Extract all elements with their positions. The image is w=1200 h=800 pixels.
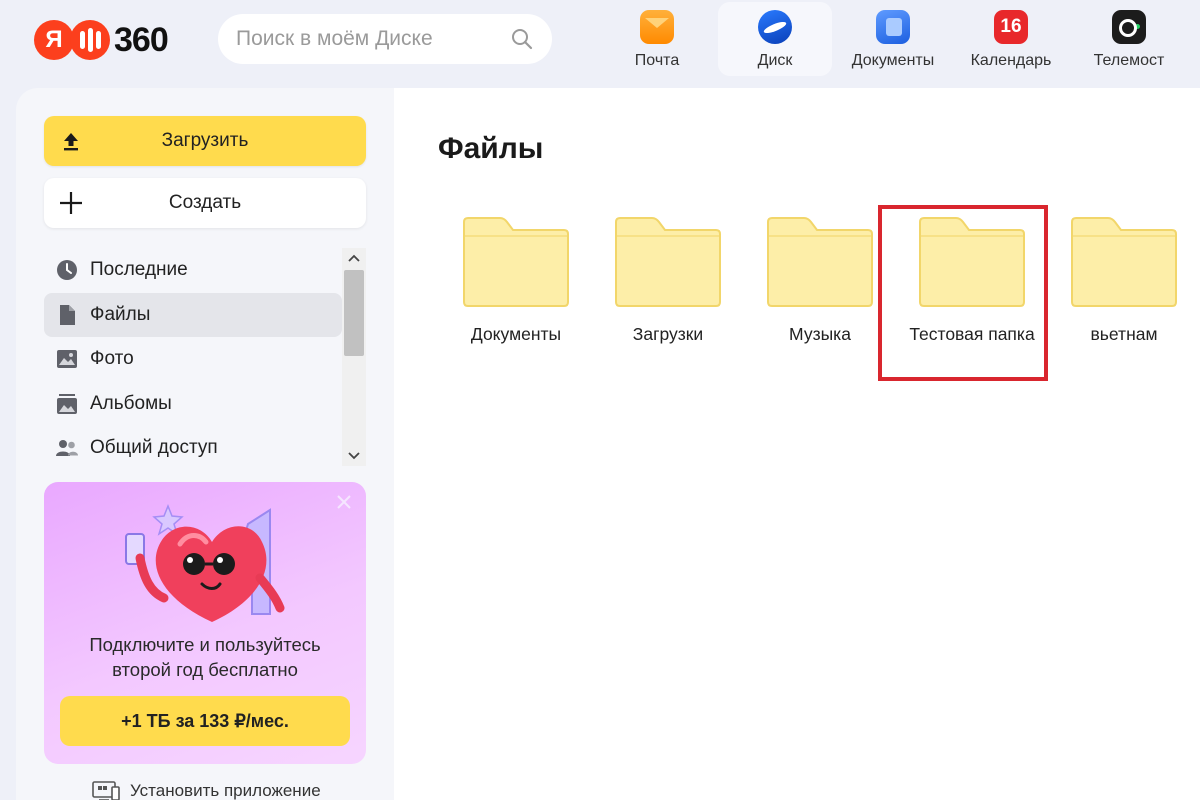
folder-item-downloads[interactable]: Загрузки bbox=[592, 214, 744, 344]
page-title: Файлы bbox=[438, 132, 544, 165]
sidebar-item-label: Файлы bbox=[90, 303, 151, 325]
scroll-thumb[interactable] bbox=[344, 270, 364, 356]
mail-icon bbox=[640, 10, 674, 44]
folder-icon bbox=[615, 217, 721, 307]
service-label: Документы bbox=[851, 52, 935, 69]
upload-icon bbox=[64, 133, 78, 151]
search-box[interactable] bbox=[218, 14, 552, 64]
clock-icon bbox=[57, 260, 77, 280]
service-label: Диск bbox=[757, 52, 793, 69]
folder-label: Музыка bbox=[789, 324, 851, 344]
header: Я 360 Почта Диск Документы 16 Календарь bbox=[0, 0, 1200, 88]
search-icon[interactable] bbox=[510, 27, 534, 51]
telemost-icon bbox=[1112, 10, 1146, 44]
sidebar: Загрузить Создать Последние Файлы Фото А… bbox=[16, 88, 394, 800]
heart-mascot-icon bbox=[125, 503, 285, 622]
services-bar: Почта Диск Документы 16 Календарь Телемо… bbox=[600, 2, 1190, 78]
logo-360: 360 bbox=[114, 20, 169, 59]
scroll-down-icon[interactable] bbox=[342, 446, 366, 466]
install-app-icon bbox=[92, 781, 120, 800]
albums-icon bbox=[57, 393, 77, 414]
folder-label: Загрузки bbox=[632, 324, 704, 344]
file-icon bbox=[60, 304, 75, 325]
service-label: Телемост bbox=[1093, 52, 1165, 69]
folder-icon bbox=[767, 217, 873, 307]
promo-text-line: второй год бесплатно bbox=[112, 659, 298, 680]
upload-label: Загрузить bbox=[161, 130, 249, 151]
disk-icon bbox=[758, 10, 792, 44]
yandex-360-logo[interactable]: Я 360 bbox=[34, 18, 169, 62]
upload-button[interactable]: Загрузить bbox=[44, 116, 366, 166]
sidebar-item-label: Последние bbox=[90, 259, 188, 280]
promo-card: Подключите и пользуйтесь второй год бесп… bbox=[44, 482, 366, 764]
promo-text-line: Подключите и пользуйтесь bbox=[89, 634, 321, 655]
scroll-up-icon[interactable] bbox=[342, 248, 366, 268]
service-mail[interactable]: Почта bbox=[600, 2, 714, 76]
create-label: Создать bbox=[168, 192, 242, 213]
close-icon[interactable] bbox=[332, 490, 356, 514]
calendar-icon: 16 bbox=[994, 10, 1028, 44]
logo-circle-icon bbox=[70, 20, 110, 60]
create-button[interactable]: Создать bbox=[44, 178, 366, 228]
service-documents[interactable]: Документы bbox=[836, 2, 950, 76]
sidebar-item-recent[interactable]: Последние bbox=[44, 248, 342, 292]
service-calendar[interactable]: 16 Календарь bbox=[954, 2, 1068, 76]
service-label: Почта bbox=[634, 52, 680, 69]
highlight-frame bbox=[878, 205, 1048, 381]
service-disk[interactable]: Диск bbox=[718, 2, 832, 76]
folder-label: вьетнам bbox=[1090, 324, 1158, 344]
service-telemost[interactable]: Телемост bbox=[1072, 2, 1186, 76]
documents-icon bbox=[876, 10, 910, 44]
photo-icon bbox=[57, 350, 77, 368]
sidebar-item-label: Фото bbox=[90, 348, 134, 369]
sidebar-nav: Последние Файлы Фото Альбомы Общий досту… bbox=[44, 248, 342, 471]
folder-icon bbox=[1071, 217, 1177, 307]
service-label: Календарь bbox=[970, 52, 1052, 69]
sidebar-item-files[interactable]: Файлы bbox=[44, 292, 342, 337]
sidebar-item-label: Альбомы bbox=[90, 392, 172, 414]
logo-ya: Я bbox=[34, 20, 74, 60]
promo-subscribe-button[interactable]: +1 ТБ за 133 ₽/мес. bbox=[60, 696, 350, 746]
folder-item-documents[interactable]: Документы bbox=[440, 214, 592, 344]
sidebar-item-albums[interactable]: Альбомы bbox=[44, 382, 342, 426]
folder-icon bbox=[463, 217, 569, 307]
folder-item-music[interactable]: Музыка bbox=[744, 214, 896, 344]
folder-label: Документы bbox=[470, 324, 562, 344]
search-input[interactable] bbox=[236, 27, 510, 51]
sidebar-item-photo[interactable]: Фото bbox=[44, 337, 342, 381]
main-content: Файлы Документы Загрузки Музыка Тестовая… bbox=[394, 88, 1200, 800]
folder-grid: Документы Загрузки Музыка Тестовая папка bbox=[440, 214, 1200, 344]
install-app-label: Установить приложение bbox=[130, 781, 321, 800]
sidebar-item-shared-access[interactable]: Общий доступ bbox=[44, 426, 342, 470]
promo-text: Подключите и пользуйтесь второй год бесп… bbox=[44, 632, 366, 682]
sidebar-item-label: Общий доступ bbox=[90, 437, 218, 458]
shared-access-icon bbox=[56, 440, 78, 456]
folder-item-vietnam[interactable]: вьетнам bbox=[1048, 214, 1200, 344]
sidebar-scrollbar[interactable] bbox=[342, 248, 366, 466]
plus-icon bbox=[60, 192, 82, 214]
install-app-link[interactable]: Установить приложение bbox=[92, 780, 321, 800]
